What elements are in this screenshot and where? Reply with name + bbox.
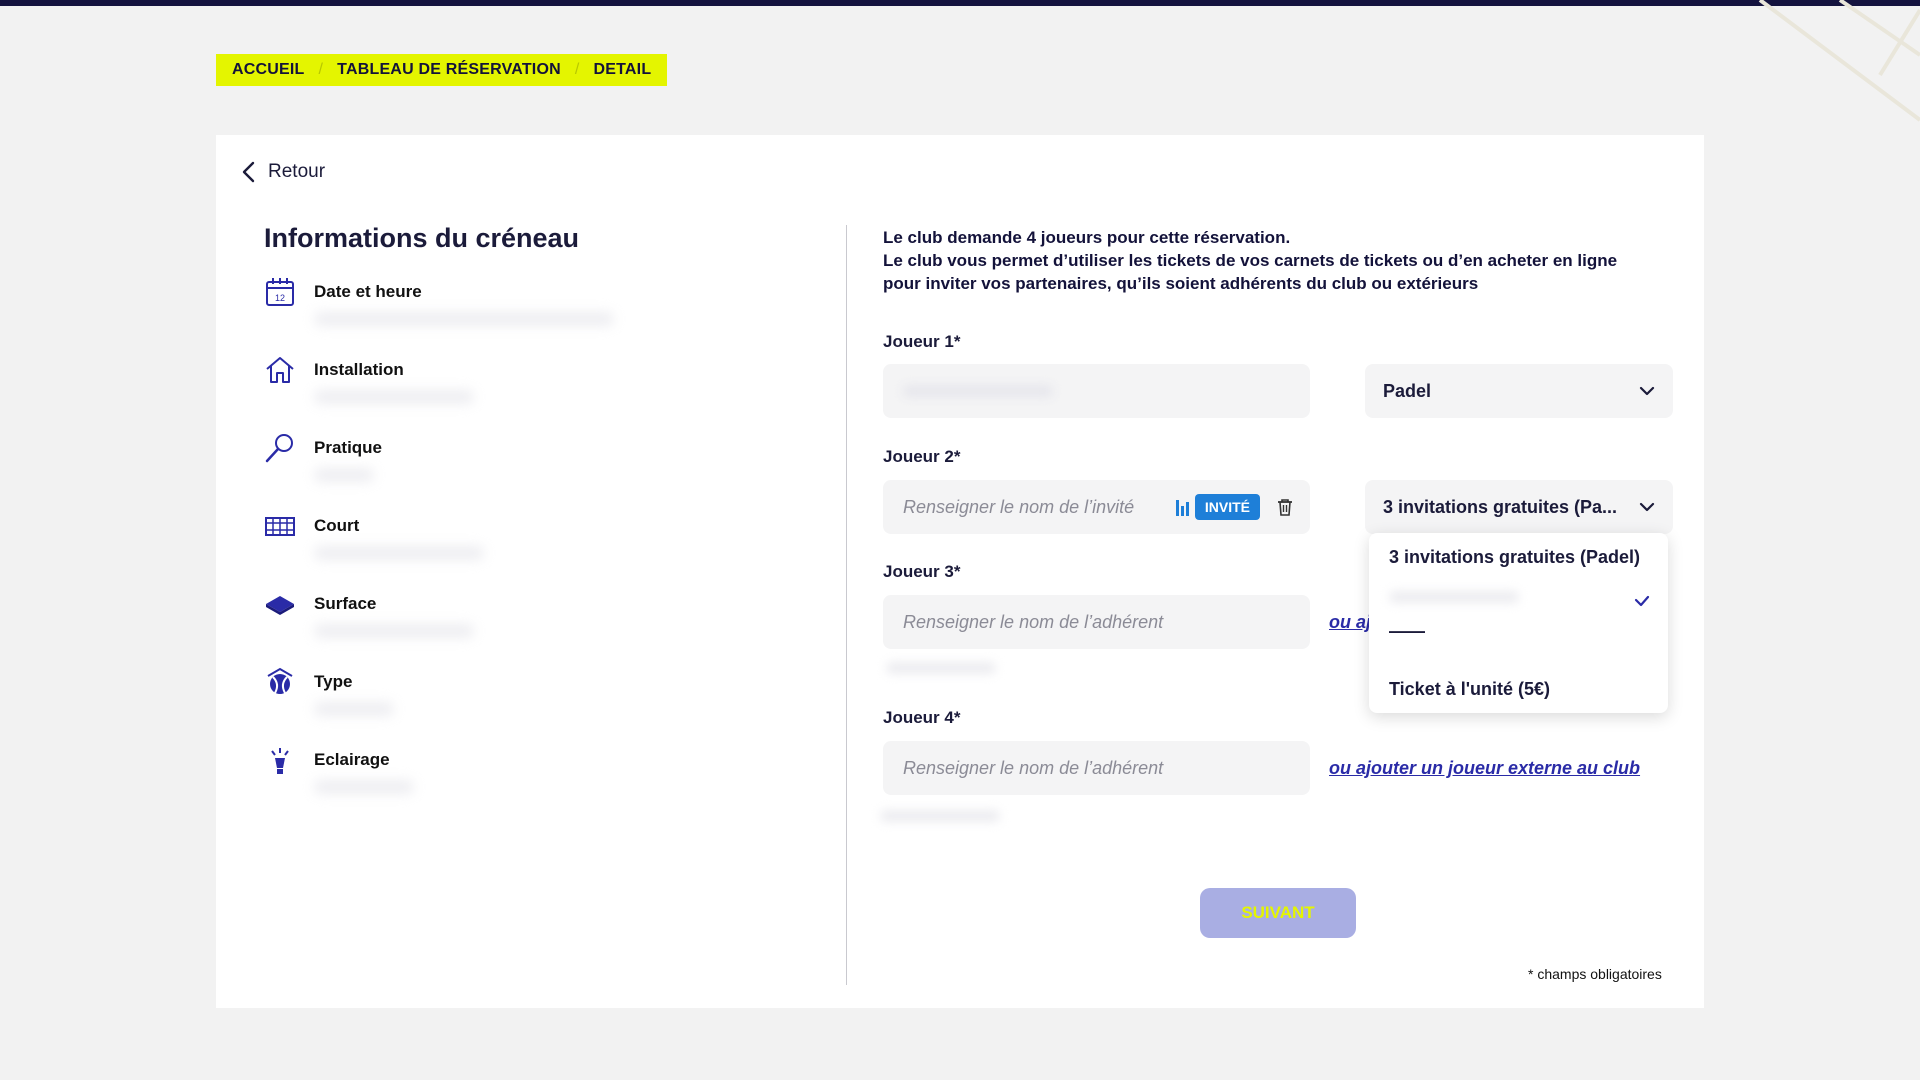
intro-line-2: Le club vous permet d’utiliser les ticke…: [883, 251, 1618, 270]
redacted-value: [314, 780, 414, 794]
player-2-select-value: 3 invitations gratuites (Pa...: [1383, 496, 1618, 517]
top-strip: [0, 0, 1920, 6]
chevron-left-icon: [242, 161, 255, 183]
chevron-down-icon: [1639, 386, 1655, 396]
racket-icon: [265, 434, 293, 463]
decorative-lines: [1758, 0, 1920, 122]
guest-bars-icon: [1175, 498, 1189, 516]
house-icon: [266, 357, 294, 383]
player-2-label: Joueur 2*: [883, 447, 961, 466]
club-intro: Le club demande 4 joueurs pour cette rés…: [883, 226, 1683, 295]
dropdown-option-free-invites[interactable]: 3 invitations gratuites (Padel): [1389, 547, 1640, 568]
player-2-placeholder: Renseigner le nom de l’invité: [903, 496, 1135, 517]
player-3-placeholder: Renseigner le nom de l’adhérent: [903, 611, 1164, 632]
player-1-label: Joueur 1*: [883, 332, 961, 351]
back-label: Retour: [268, 161, 326, 182]
required-fields-note: * champs obligatoires: [1528, 966, 1662, 982]
info-label-practice: Pratique: [314, 438, 383, 457]
ticket-dropdown-menu: 3 invitations gratuites (Padel) —— Ticke…: [1369, 533, 1668, 713]
intro-line-1: Le club demande 4 joueurs pour cette rés…: [883, 228, 1291, 247]
player-2-guest-input[interactable]: Renseigner le nom de l’invité INVITÉ: [883, 480, 1310, 534]
player-4-placeholder: Renseigner le nom de l’adhérent: [903, 757, 1164, 778]
calendar-icon: 12: [266, 278, 294, 306]
redacted-value: [880, 810, 1000, 822]
info-item-installation: Installation: [264, 354, 824, 432]
player-1-practice-select[interactable]: Padel: [1365, 364, 1673, 418]
player-3-member-input[interactable]: Renseigner le nom de l’adhérent: [883, 595, 1310, 649]
breadcrumb-separator: /: [318, 61, 324, 78]
dropdown-option-separator: ——: [1389, 621, 1425, 641]
info-label-surface: Surface: [314, 594, 377, 613]
dropdown-option-unit-ticket[interactable]: Ticket à l'unité (5€): [1389, 679, 1550, 700]
slot-info-panel: Informations du créneau 12 Date et heure…: [264, 223, 824, 822]
info-label-lighting: Eclairage: [314, 750, 390, 769]
intro-line-3: pour inviter vos partenaires, qu’ils soi…: [883, 274, 1479, 293]
info-item-type: Type: [264, 666, 824, 744]
info-item-lighting: Eclairage: [264, 744, 824, 822]
trash-icon[interactable]: [1276, 497, 1294, 517]
slot-info-title: Informations du créneau: [264, 223, 580, 253]
player-3-label: Joueur 3*: [883, 562, 961, 581]
breadcrumb-home[interactable]: ACCUEIL: [232, 61, 305, 79]
column-divider: [846, 225, 847, 985]
player-4-member-input[interactable]: Renseigner le nom de l’adhérent: [883, 741, 1310, 795]
info-label-court: Court: [314, 516, 360, 535]
redacted-value: [314, 390, 474, 404]
info-item-court: Court: [264, 510, 824, 588]
breadcrumb: ACCUEIL / TABLEAU DE RÉSERVATION / DETAI…: [216, 54, 668, 86]
court-icon: [265, 517, 295, 536]
redacted-value: [314, 702, 394, 716]
redacted-value: [314, 624, 474, 638]
player-3-external-link[interactable]: ou aj: [1329, 612, 1371, 633]
redacted-value: [886, 662, 996, 674]
breadcrumb-booking-table[interactable]: TABLEAU DE RÉSERVATION: [337, 61, 561, 79]
redacted-value: [314, 312, 614, 326]
info-label-installation: Installation: [314, 360, 404, 379]
next-button[interactable]: SUIVANT: [1200, 888, 1356, 938]
info-label-date: Date et heure: [314, 282, 422, 301]
invite-badge: INVITÉ: [1194, 494, 1260, 520]
info-label-type: Type: [314, 672, 353, 691]
back-button[interactable]: Retour: [240, 161, 325, 183]
surface-icon: [266, 596, 294, 615]
player-4-external-link[interactable]: ou ajouter un joueur externe au club: [1329, 758, 1640, 779]
redacted-value: [314, 468, 374, 482]
info-item-date: 12 Date et heure: [264, 276, 824, 354]
info-item-surface: Surface: [264, 588, 824, 666]
breadcrumb-detail[interactable]: DETAIL: [594, 61, 652, 79]
calendar-day: 12: [275, 293, 285, 303]
player-1-field: [883, 364, 1310, 418]
check-icon: [1634, 595, 1650, 607]
info-item-practice: Pratique: [264, 432, 824, 510]
light-icon: [271, 748, 289, 774]
breadcrumb-separator: /: [574, 61, 580, 78]
redacted-value: [314, 546, 484, 560]
guest-tools: INVITÉ: [1175, 494, 1294, 520]
player-4-label: Joueur 4*: [883, 708, 961, 727]
redacted-option[interactable]: [1389, 591, 1519, 603]
player-2-ticket-select[interactable]: 3 invitations gratuites (Pa...: [1365, 480, 1673, 534]
chevron-down-icon: [1639, 502, 1655, 512]
ball-icon: [267, 667, 293, 694]
player-1-select-value: Padel: [1383, 380, 1432, 401]
redacted-value: [903, 385, 1053, 397]
